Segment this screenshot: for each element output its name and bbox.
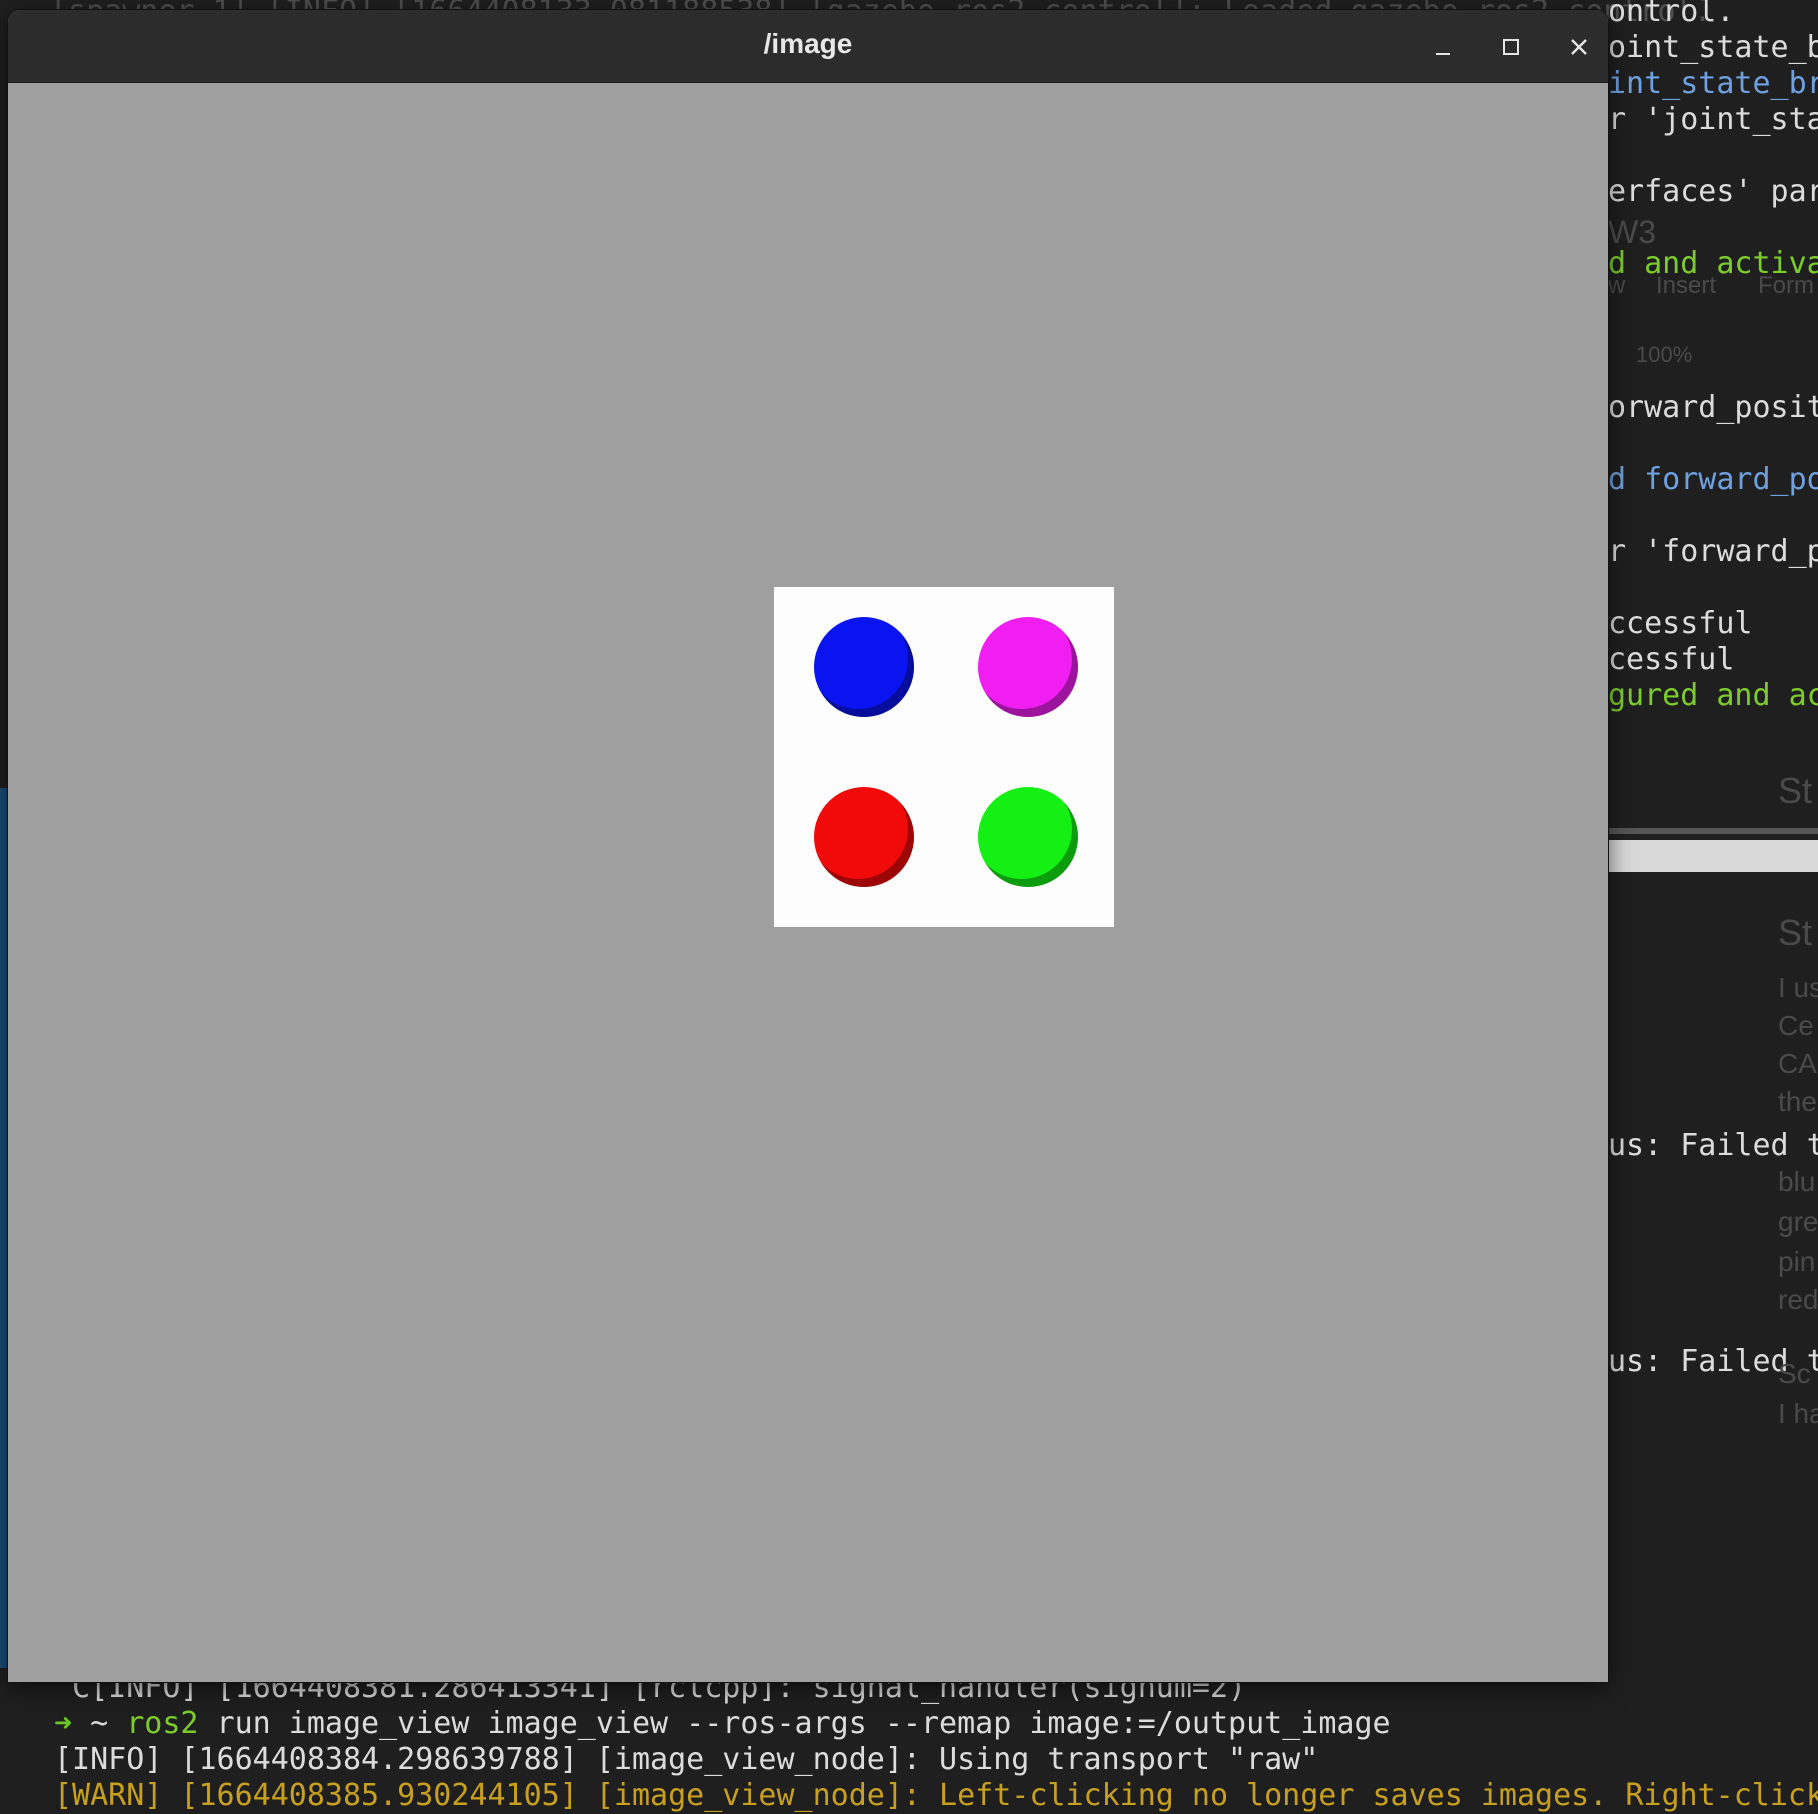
minimize-icon <box>1436 53 1450 55</box>
magenta-circle <box>978 617 1078 717</box>
prompt-tilde: ~ <box>90 1706 109 1741</box>
browser-zoom: 100% <box>1636 342 1693 367</box>
close-button[interactable] <box>1564 32 1594 62</box>
browser-heading: St <box>1778 770 1813 811</box>
browser-footer: I ha <box>1778 1398 1818 1429</box>
browser-bar <box>1608 840 1818 872</box>
terminal-line: cessful <box>1608 642 1735 677</box>
browser-list-line: gre <box>1778 1206 1818 1237</box>
image-canvas[interactable] <box>8 83 1608 1682</box>
window-title: /image <box>763 28 853 59</box>
browser-para-line: Ce <box>1778 1010 1814 1041</box>
terminal-line: ccessful <box>1608 606 1753 641</box>
browser-menu-format: Form <box>1758 272 1814 299</box>
image-window[interactable]: /image <box>8 10 1608 1682</box>
terminal-line: int_state_br <box>1608 66 1818 101</box>
browser-list-line: red <box>1778 1284 1818 1315</box>
terminal-line: orward_posit <box>1608 390 1818 425</box>
browser-para-line: CA <box>1778 1048 1817 1079</box>
image-display <box>774 587 1114 927</box>
terminal-line: r 'joint_sta <box>1608 102 1818 137</box>
terminal-line: oint_state_b <box>1608 30 1818 65</box>
titlebar[interactable]: /image <box>8 10 1608 83</box>
prompt-command: ros2 <box>126 1706 199 1741</box>
browser-para-line: I us <box>1778 972 1818 1003</box>
terminal-bottom-line: [INFO] [1664408384.298639788] [image_vie… <box>54 1742 1319 1777</box>
terminal-line: r 'forward_p <box>1608 534 1818 569</box>
maximize-icon <box>1503 39 1519 55</box>
browser-list-line: blu <box>1778 1166 1816 1197</box>
minimize-button[interactable] <box>1428 32 1458 62</box>
browser-menu-view: w <box>1608 272 1626 299</box>
terminal-line: erfaces' par <box>1608 174 1818 209</box>
terminal-line: gured and ac <box>1608 678 1818 713</box>
red-circle <box>814 787 914 887</box>
terminal-bottom-line: [WARN] [1664408385.930244105] [image_vie… <box>54 1778 1818 1813</box>
prompt-args: run image_view image_view --ros-args --r… <box>198 1706 1391 1741</box>
terminal-line: us: Failed t <box>1608 1128 1818 1163</box>
terminal-prompt[interactable]: ➜ ~ ros2 run image_view image_view --ros… <box>54 1706 1391 1742</box>
maximize-button[interactable] <box>1496 32 1526 62</box>
browser-heading: St <box>1778 912 1813 953</box>
green-circle <box>978 787 1078 887</box>
terminal-line: ontrol. <box>1608 0 1735 29</box>
prompt-arrow: ➜ <box>54 1706 73 1741</box>
blue-circle <box>814 617 914 717</box>
browser-para-line: the <box>1778 1086 1817 1117</box>
browser-footer: Sc <box>1778 1358 1811 1389</box>
close-icon <box>1571 39 1587 55</box>
browser-list-line: pin <box>1778 1246 1816 1277</box>
divider <box>1608 828 1818 834</box>
terminal-line: d forward_po <box>1608 462 1818 497</box>
browser-menu-insert: Insert <box>1656 272 1717 299</box>
